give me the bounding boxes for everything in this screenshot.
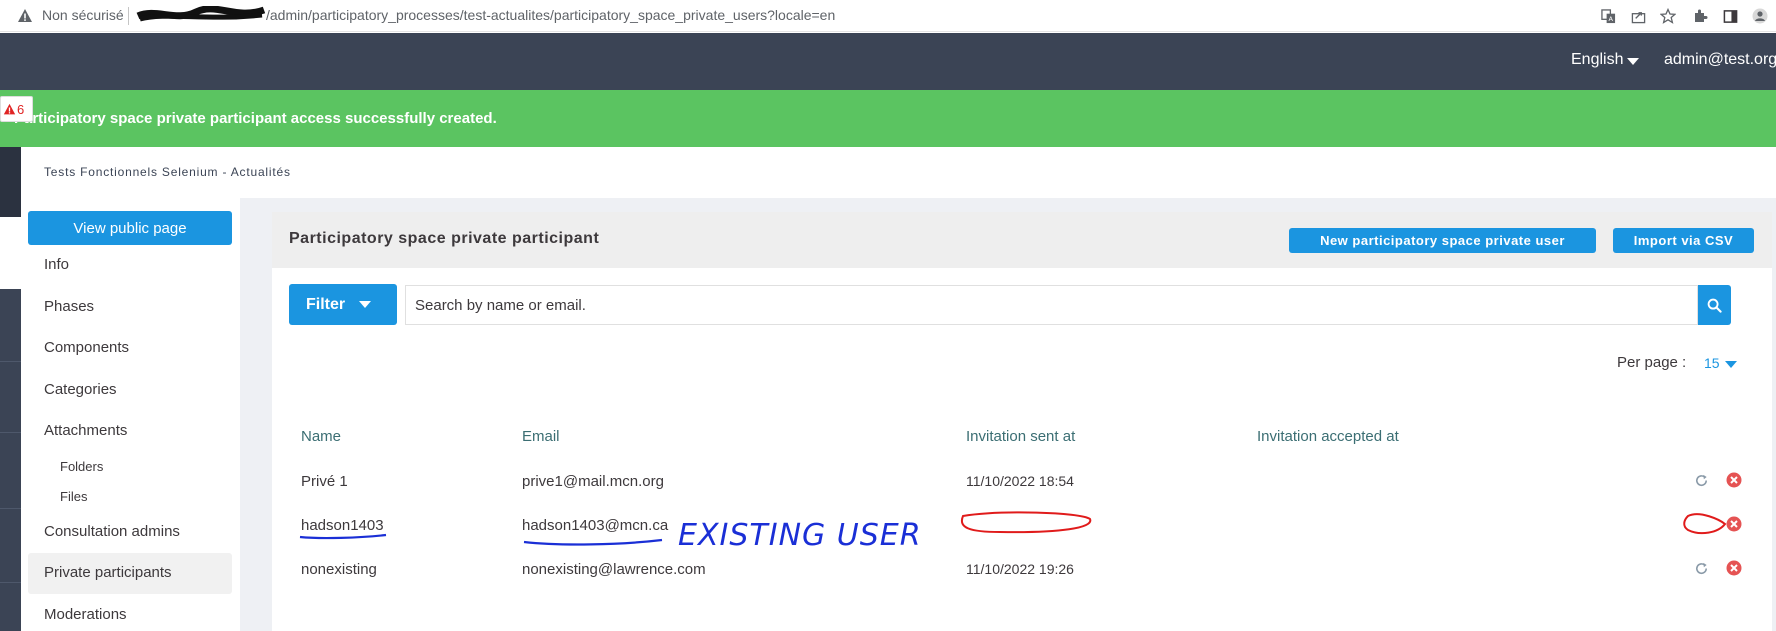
profile-icon[interactable] — [1748, 4, 1772, 28]
row-sent-at: 11/10/2022 19:26 — [966, 561, 1074, 577]
translate-icon[interactable]: A — [1596, 4, 1620, 28]
nav-item-components[interactable]: Components — [44, 339, 129, 356]
column-header-invitation-sent[interactable]: Invitation sent at — [966, 428, 1075, 445]
search-icon — [1707, 298, 1722, 313]
row-name: nonexisting — [301, 561, 377, 578]
chevron-down-icon — [359, 301, 372, 308]
import-csv-button[interactable]: Import via CSV — [1613, 228, 1754, 253]
rail-section-light — [0, 217, 21, 289]
row-email: nonexisting@lawrence.com — [522, 561, 706, 578]
extensions-icon[interactable] — [1688, 4, 1712, 28]
row-sent-at: 11/10/2022 18:54 — [966, 473, 1074, 489]
nav-item-attachments[interactable]: Attachments — [44, 422, 127, 439]
language-selector[interactable]: English — [1571, 51, 1623, 69]
page-title: Participatory space private participant — [289, 230, 600, 247]
error-badge-count: 6 — [17, 101, 25, 117]
nav-item-phases[interactable]: Phases — [44, 298, 94, 315]
resend-invitation-icon[interactable] — [1693, 472, 1709, 488]
rail-section[interactable] — [0, 147, 21, 217]
nav-item-moderations[interactable]: Moderations — [44, 606, 127, 623]
flash-message: Participatory space private participant … — [14, 110, 497, 127]
filter-button[interactable]: Filter — [289, 284, 397, 325]
search-button[interactable] — [1698, 285, 1731, 325]
admin-topbar: English admin@test.org — [0, 33, 1776, 90]
nav-item-private-participants[interactable]: Private participants — [44, 564, 172, 581]
share-icon[interactable] — [1626, 4, 1650, 28]
warning-icon[interactable] — [17, 8, 33, 24]
breadcrumb[interactable]: Tests Fonctionnels Selenium - Actualités — [44, 165, 291, 179]
address-separator — [128, 7, 129, 25]
resend-invitation-icon[interactable] — [1693, 560, 1709, 576]
per-page-select[interactable]: 15 — [1704, 355, 1720, 371]
security-label[interactable]: Non sécurisé — [42, 7, 124, 23]
rail-divider — [0, 582, 21, 583]
delete-icon[interactable] — [1726, 516, 1742, 532]
alert-icon — [3, 103, 16, 114]
row-email: hadson1403@mcn.ca — [522, 517, 669, 534]
column-header-email[interactable]: Email — [522, 428, 560, 445]
row-email: prive1@mail.mcn.org — [522, 473, 664, 490]
svg-text:A: A — [1608, 15, 1613, 23]
redacted-host — [136, 5, 266, 24]
search-input[interactable] — [405, 285, 1698, 325]
user-menu[interactable]: admin@test.org — [1664, 51, 1776, 69]
delete-icon[interactable] — [1726, 560, 1742, 576]
rail-divider — [0, 508, 21, 509]
column-header-name[interactable]: Name — [301, 428, 341, 445]
new-private-user-button[interactable]: New participatory space private user — [1289, 228, 1596, 253]
row-name: Privé 1 — [301, 473, 348, 490]
nav-item-files[interactable]: Files — [60, 489, 87, 504]
delete-icon[interactable] — [1726, 472, 1742, 488]
star-icon[interactable] — [1656, 4, 1680, 28]
rail-divider — [0, 432, 21, 433]
browser-address-bar: Non sécurisé /admin/participatory_proces… — [0, 0, 1776, 32]
per-page-label: Per page : — [1617, 354, 1687, 371]
nav-item-folders[interactable]: Folders — [60, 459, 103, 474]
view-public-page-button[interactable]: View public page — [28, 211, 232, 245]
url-text[interactable]: /admin/participatory_processes/test-actu… — [266, 7, 835, 23]
error-badge[interactable]: 6 — [0, 96, 33, 122]
column-header-invitation-accepted[interactable]: Invitation accepted at — [1257, 428, 1399, 445]
flash-success: Participatory space private participant … — [0, 90, 1776, 147]
filter-label: Filter — [306, 295, 346, 313]
chevron-down-icon[interactable] — [1725, 361, 1737, 368]
nav-item-info[interactable]: Info — [44, 256, 69, 273]
chevron-down-icon[interactable] — [1627, 58, 1639, 65]
row-name: hadson1403 — [301, 517, 384, 534]
sidebar-icon[interactable] — [1718, 4, 1742, 28]
nav-item-consultation-admins[interactable]: Consultation admins — [44, 523, 180, 540]
rail-divider — [0, 361, 21, 362]
nav-item-categories[interactable]: Categories — [44, 381, 117, 398]
